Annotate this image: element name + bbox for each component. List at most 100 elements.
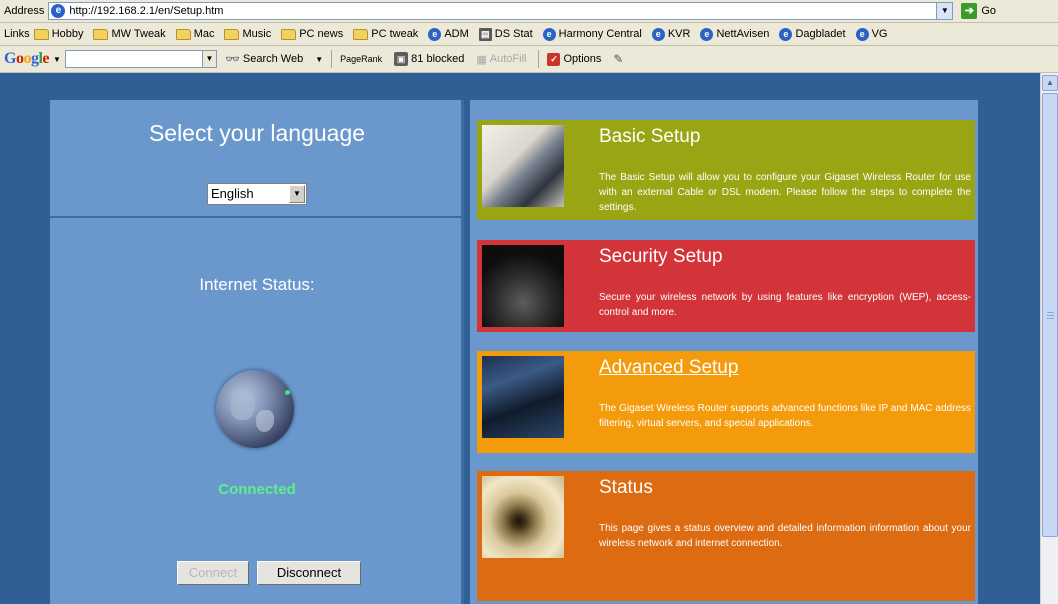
link-harmony-central[interactable]: e Harmony Central — [542, 27, 642, 41]
link-label: KVR — [667, 28, 691, 40]
ie-page-icon: e — [651, 27, 665, 41]
autofill-button[interactable]: ▦ AutoFill — [476, 53, 526, 66]
folder-icon — [281, 28, 297, 40]
link-label: VG — [871, 28, 888, 40]
toolbar-separator — [331, 50, 333, 68]
links-label: Links — [4, 28, 30, 40]
security-setup-title[interactable]: Security Setup — [599, 246, 723, 268]
search-web-label: Search Web — [242, 53, 304, 65]
link-vg[interactable]: e VG — [855, 27, 888, 41]
advanced-setup-card[interactable]: Advanced Setup The Gigaset Wireless Rout… — [477, 351, 975, 453]
security-setup-card[interactable]: Security Setup Secure your wireless netw… — [477, 240, 975, 332]
link-nettavisen[interactable]: e NettAvisen — [700, 27, 770, 41]
folder-icon — [175, 28, 191, 40]
blocked-label: 81 blocked — [411, 53, 465, 65]
options-label: Options — [563, 53, 602, 65]
link-adm[interactable]: e ADM — [428, 27, 469, 41]
folder-icon — [93, 28, 109, 40]
language-select[interactable]: English ▼ — [207, 183, 307, 205]
toolbar-separator — [538, 50, 540, 68]
scrollbar-thumb[interactable] — [1042, 93, 1058, 537]
advanced-setup-title[interactable]: Advanced Setup — [599, 357, 738, 379]
autofill-label: AutoFill — [489, 53, 527, 65]
vertical-scrollbar[interactable]: ▲ — [1040, 73, 1058, 604]
status-card[interactable]: Status This page gives a status overview… — [477, 471, 975, 601]
security-setup-photo — [482, 245, 564, 327]
basic-setup-photo — [482, 125, 564, 207]
binoculars-icon: 👓 — [224, 52, 240, 66]
link-pc-tweak[interactable]: PC tweak — [353, 28, 418, 40]
link-label: PC tweak — [371, 28, 419, 40]
link-kvr[interactable]: e KVR — [651, 27, 691, 41]
link-label: Harmony Central — [558, 28, 642, 40]
status-description: This page gives a status overview and de… — [599, 523, 971, 549]
link-dagbladet[interactable]: e Dagbladet — [779, 27, 846, 41]
search-web-dropdown-icon[interactable]: ▼ — [315, 55, 323, 64]
chevron-down-icon[interactable]: ▼ — [289, 185, 305, 203]
pagerank-label: PageRank — [340, 54, 383, 64]
go-arrow-icon: ➔ — [961, 3, 978, 19]
folder-icon — [224, 28, 240, 40]
status-photo — [482, 476, 564, 558]
link-music[interactable]: Music — [224, 28, 271, 40]
link-label: DS Stat — [494, 28, 533, 40]
link-label: NettAvisen — [716, 28, 770, 40]
google-search-input[interactable]: ▼ — [64, 50, 217, 68]
ie-page-icon: e — [855, 27, 869, 41]
basic-setup-card[interactable]: Basic Setup The Basic Setup will allow y… — [477, 120, 975, 220]
pagerank-indicator[interactable]: PageRank — [340, 54, 382, 64]
address-field[interactable]: e http://192.168.2.1/en/Setup.htm ▼ — [48, 2, 954, 20]
autofill-icon: ▦ — [476, 53, 487, 66]
address-label: Address — [4, 5, 45, 17]
options-button[interactable]: ✓ Options — [547, 52, 602, 66]
link-label: PC news — [299, 28, 344, 40]
basic-setup-description: The Basic Setup will allow you to config… — [599, 172, 971, 213]
ie-page-icon: e — [779, 27, 793, 41]
setup-menu-panel: Basic Setup The Basic Setup will allow y… — [470, 100, 978, 604]
go-button[interactable]: ➔ Go — [961, 3, 996, 19]
link-label: ADM — [444, 28, 469, 40]
link-label: Mac — [193, 28, 215, 40]
go-label: Go — [981, 5, 997, 17]
address-bar: Address e http://192.168.2.1/en/Setup.ht… — [0, 0, 1058, 23]
address-url[interactable]: http://192.168.2.1/en/Setup.htm — [69, 5, 223, 17]
page-icon: ▤ — [478, 27, 492, 41]
link-mw-tweak[interactable]: MW Tweak — [93, 28, 166, 40]
advanced-setup-photo — [482, 356, 564, 438]
link-label: Dagbladet — [795, 28, 846, 40]
link-label: MW Tweak — [111, 28, 166, 40]
connection-status-value: Connected — [218, 481, 296, 498]
links-bar: Links Hobby MW Tweak Mac Music PC news P… — [0, 23, 1058, 46]
search-history-dropdown-icon[interactable]: ▼ — [201, 51, 216, 67]
scroll-up-icon[interactable]: ▲ — [1042, 75, 1058, 91]
google-menu-icon[interactable]: ▼ — [53, 55, 61, 64]
advanced-setup-description: The Gigaset Wireless Router supports adv… — [599, 403, 971, 429]
language-selected-value: English — [211, 186, 254, 201]
google-logo[interactable]: Google — [4, 50, 49, 68]
link-label: Hobby — [51, 28, 84, 40]
connect-button[interactable]: Connect — [177, 561, 249, 585]
address-dropdown-icon[interactable]: ▼ — [936, 3, 953, 19]
language-status-panel: Select your language English ▼ Internet … — [50, 100, 464, 604]
disconnect-button[interactable]: Disconnect — [257, 561, 361, 585]
link-pc-news[interactable]: PC news — [281, 28, 343, 40]
search-web-button[interactable]: 👓 Search Web — [225, 52, 303, 66]
link-mac[interactable]: Mac — [175, 28, 215, 40]
google-toolbar: Google ▼ ▼ 👓 Search Web ▼ PageRank ▣ 81 bl… — [0, 46, 1058, 73]
status-title[interactable]: Status — [599, 477, 653, 499]
panel-divider — [50, 216, 464, 218]
folder-icon — [353, 28, 369, 40]
ie-page-icon: e — [542, 27, 556, 41]
security-setup-description: Secure your wireless network by using fe… — [599, 292, 971, 318]
highlighter-icon[interactable]: ✎ — [613, 52, 623, 66]
globe-icon — [216, 370, 294, 448]
basic-setup-title[interactable]: Basic Setup — [599, 126, 700, 148]
popup-blocker-button[interactable]: ▣ 81 blocked — [394, 52, 464, 66]
popup-blocker-icon: ▣ — [394, 52, 409, 66]
link-label: Music — [242, 28, 272, 40]
page-viewport: Select your language English ▼ Internet … — [0, 73, 1040, 604]
link-hobby[interactable]: Hobby — [33, 28, 84, 40]
options-icon: ✓ — [547, 52, 561, 66]
link-ds-stat[interactable]: ▤ DS Stat — [478, 27, 533, 41]
language-title: Select your language — [148, 120, 366, 146]
